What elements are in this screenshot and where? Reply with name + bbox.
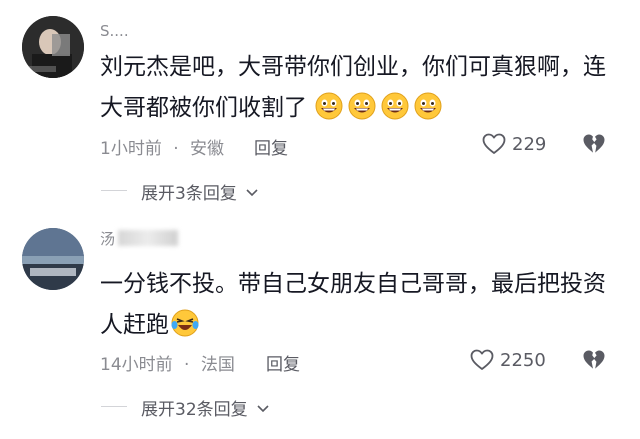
- broken-heart-icon[interactable]: [582, 133, 606, 155]
- reply-button[interactable]: 回复: [266, 350, 300, 375]
- divider: [101, 190, 127, 191]
- expand-replies-button[interactable]: 展开32条回复: [141, 395, 269, 420]
- meta-separator: ·: [184, 355, 190, 375]
- grin-emoji: [381, 92, 409, 120]
- comment-username[interactable]: S....: [100, 22, 129, 40]
- expand-replies-label: 展开3条回复: [141, 184, 237, 204]
- divider: [101, 406, 127, 407]
- comment-time: 1小时前: [100, 139, 162, 159]
- chevron-down-icon: [246, 182, 258, 202]
- like-count: 2250: [500, 350, 546, 371]
- expand-replies-button[interactable]: 展开3条回复: [141, 179, 258, 204]
- grin-emoji: [414, 92, 442, 120]
- avatar[interactable]: [22, 228, 84, 290]
- grin-emoji: [348, 92, 376, 120]
- comment-text-line: 人赶跑: [100, 305, 606, 346]
- comment-text: 刘元杰是吧，大哥带你们创业，你们可真狠啊，连 大哥都被你们收割了: [100, 47, 606, 129]
- comment-text-line: 刘元杰是吧，大哥带你们创业，你们可真狠啊，连: [100, 54, 606, 80]
- comment-meta: 14小时前 · 法国: [100, 350, 235, 375]
- grin-emoji: [315, 92, 343, 120]
- comment-text-line2: 大哥都被你们收割了: [100, 95, 307, 121]
- comment-text-line2: 人赶跑: [100, 312, 169, 338]
- like-count: 229: [512, 134, 547, 155]
- heart-icon[interactable]: [482, 133, 506, 155]
- comment-location: 法国: [200, 355, 235, 375]
- heart-icon[interactable]: [470, 349, 494, 371]
- broken-heart-icon[interactable]: [582, 349, 606, 371]
- comment-text: 一分钱不投。带自己女朋友自己哥哥，最后把投资 人赶跑: [100, 264, 606, 346]
- avatar[interactable]: [22, 16, 84, 78]
- expand-replies-label: 展开32条回复: [141, 400, 248, 420]
- comment-text-line: 大哥都被你们收割了: [100, 88, 606, 129]
- reply-button[interactable]: 回复: [254, 134, 288, 159]
- comment-location: 安徽: [190, 139, 225, 159]
- comment-username[interactable]: 汤: [100, 228, 115, 249]
- comment-meta: 1小时前 · 安徽: [100, 134, 224, 159]
- comment-text-line: 一分钱不投。带自己女朋友自己哥哥，最后把投资: [100, 271, 606, 297]
- meta-separator: ·: [173, 139, 179, 159]
- blurred-username: [118, 230, 178, 246]
- chevron-down-icon: [257, 398, 269, 418]
- comment-time: 14小时前: [100, 355, 173, 375]
- laugh-cry-emoji: [171, 309, 199, 337]
